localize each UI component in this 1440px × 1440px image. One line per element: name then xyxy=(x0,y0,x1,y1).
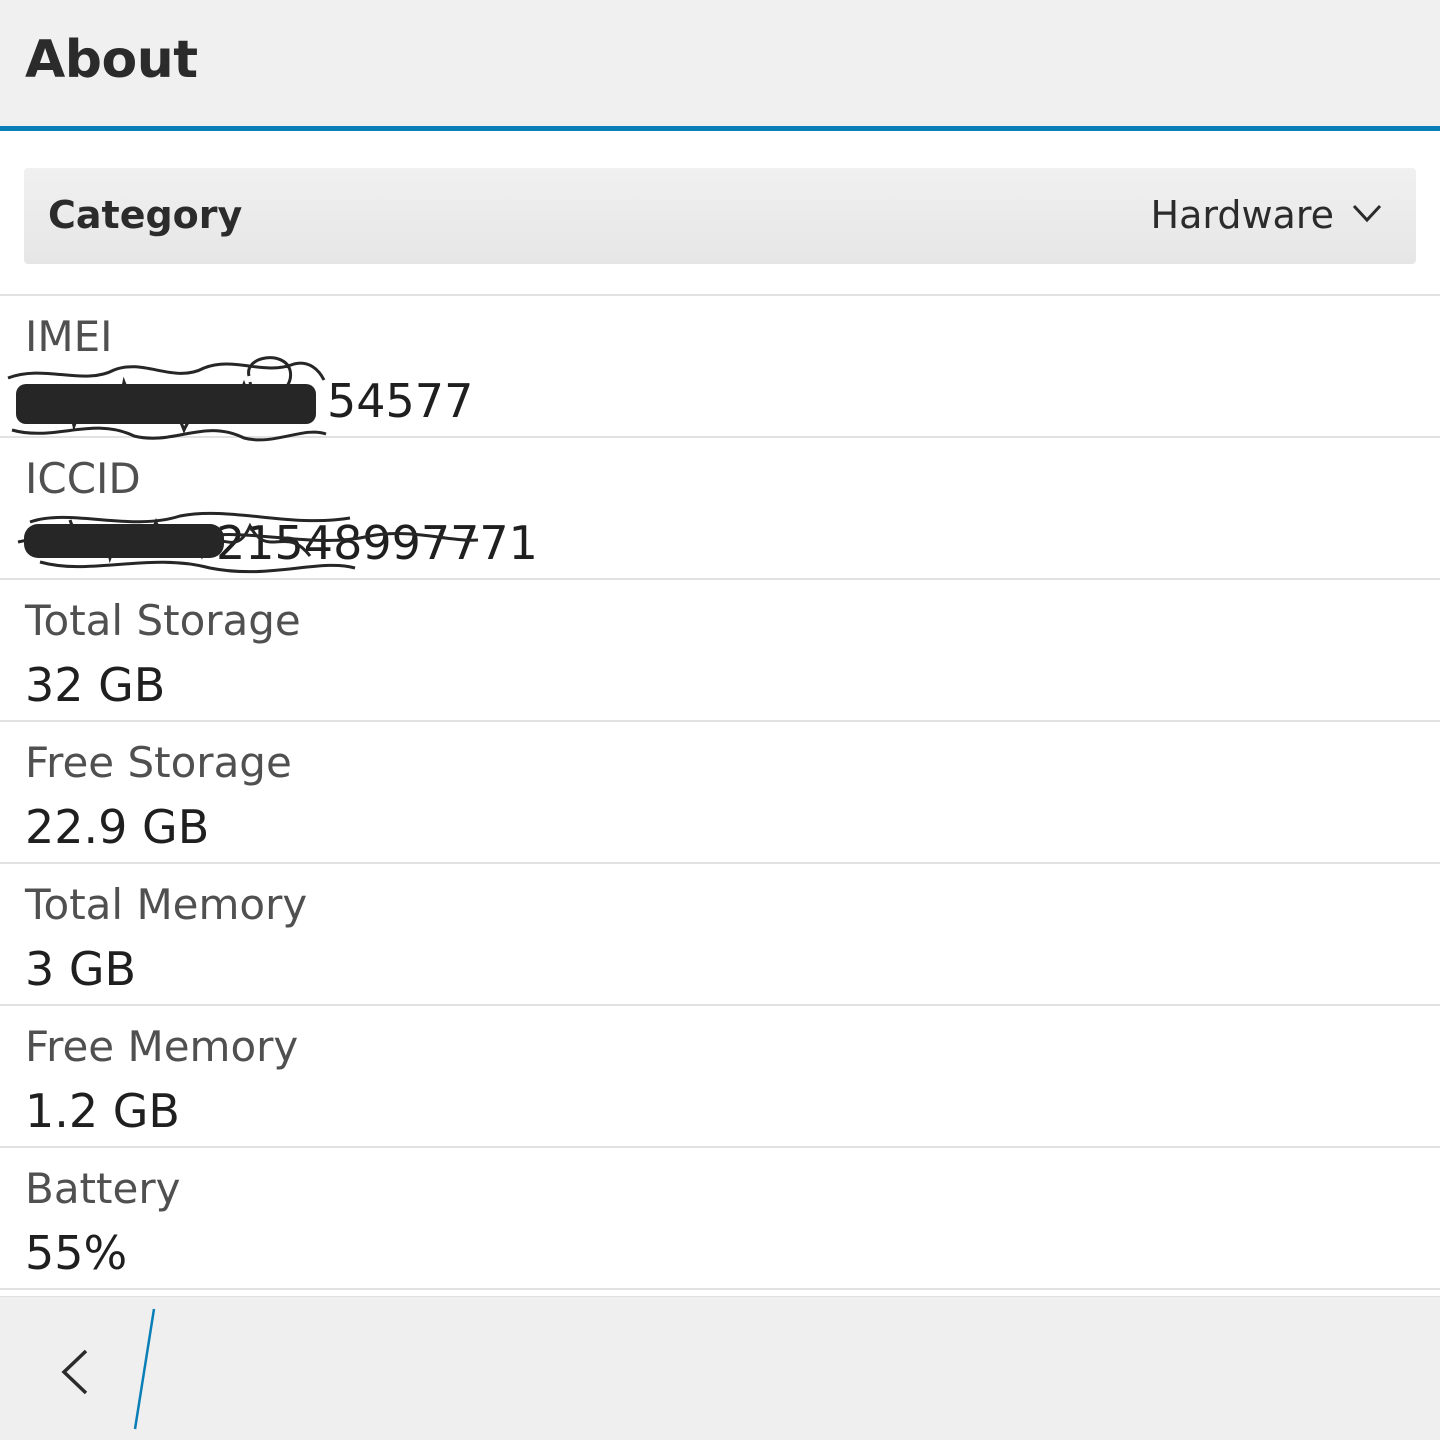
list-item-battery: Battery 55% xyxy=(0,1148,1440,1290)
total-storage-label: Total Storage xyxy=(25,596,301,645)
total-memory-label: Total Memory xyxy=(25,880,308,929)
list-item-free-memory: Free Memory 1.2 GB xyxy=(0,1006,1440,1148)
category-selected-value: Hardware xyxy=(1150,193,1334,237)
list-item-imei: IMEI 54577 xyxy=(0,296,1440,442)
title-accent-line xyxy=(0,126,1440,131)
total-memory-value: 3 GB xyxy=(25,942,137,996)
category-label: Category xyxy=(48,193,243,237)
action-bar-divider xyxy=(133,1308,156,1430)
chevron-down-icon xyxy=(1352,204,1382,223)
list-item-free-storage: Free Storage 22.9 GB xyxy=(0,722,1440,864)
iccid-label: ICCID xyxy=(25,454,141,503)
action-bar xyxy=(0,1296,1440,1440)
page-title: About xyxy=(25,30,198,90)
category-dropdown[interactable]: Category Hardware xyxy=(24,168,1416,264)
battery-value: 55% xyxy=(25,1226,128,1280)
imei-label: IMEI xyxy=(25,312,113,361)
list-item-total-storage: Total Storage 32 GB xyxy=(0,580,1440,722)
free-storage-value: 22.9 GB xyxy=(25,800,210,854)
free-memory-value: 1.2 GB xyxy=(25,1084,180,1138)
imei-value: 54577 xyxy=(327,374,474,428)
free-storage-label: Free Storage xyxy=(25,738,292,787)
imei-redaction-scribble xyxy=(7,356,327,442)
iccid-value: 21548997771 xyxy=(216,516,538,570)
battery-label: Battery xyxy=(25,1164,181,1213)
total-storage-value: 32 GB xyxy=(25,658,166,712)
list-item-iccid: ICCID 21548997771 xyxy=(0,438,1440,580)
back-button[interactable] xyxy=(30,1327,120,1417)
title-bar: About xyxy=(0,0,1440,126)
back-arrow-icon xyxy=(61,1349,88,1395)
list-item-total-memory: Total Memory 3 GB xyxy=(0,864,1440,1006)
free-memory-label: Free Memory xyxy=(25,1022,299,1071)
